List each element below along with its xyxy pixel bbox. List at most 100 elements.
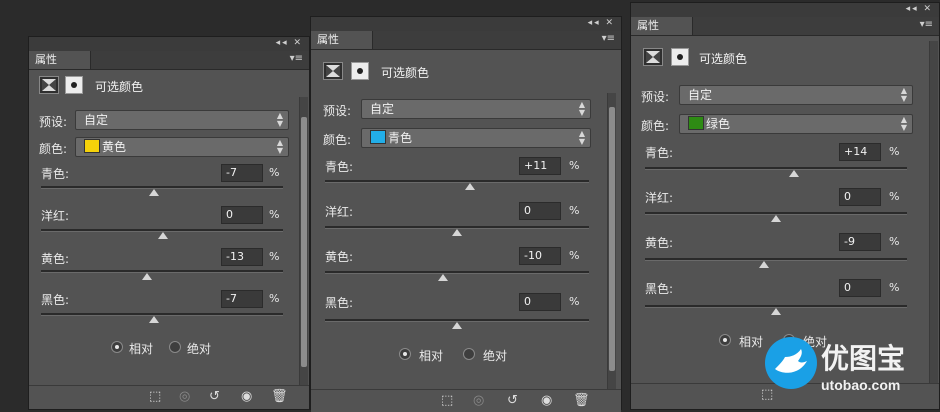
magenta-slider-thumb[interactable] bbox=[771, 215, 781, 222]
bird-logo-icon bbox=[765, 337, 817, 389]
relative-label: 相对 bbox=[129, 342, 154, 356]
layer-mask-icon[interactable] bbox=[351, 62, 369, 80]
panel-menu-icon[interactable]: ▾≡ bbox=[920, 19, 933, 30]
colors-label: 颜色: bbox=[641, 119, 670, 133]
selective-color-adjustment-icon bbox=[323, 62, 343, 80]
magenta-label: 洋红: bbox=[325, 205, 354, 219]
yellow-value-input[interactable]: -10 bbox=[519, 247, 561, 265]
cyan-value-input[interactable]: -7 bbox=[221, 164, 263, 182]
cyan-slider-track[interactable] bbox=[41, 186, 283, 189]
panel-footer: ⬚ ◎ ↺ ◉ 🗑 bbox=[29, 385, 309, 408]
properties-panel-green: ◂◂ ✕ 属性 ▾≡ 可选颜色 预设: 自定 ▲ ▼ 颜色: 绿色 ▲ ▼ 青色: … bbox=[630, 2, 940, 410]
black-value-input[interactable]: 0 bbox=[839, 279, 881, 297]
collapse-close-controls[interactable]: ◂◂ ✕ bbox=[276, 38, 303, 48]
color-swatch bbox=[688, 116, 704, 130]
utobao-watermark: 优图宝 utobao.com bbox=[763, 327, 935, 407]
cyan-value-input[interactable]: +11 bbox=[519, 157, 561, 175]
relative-radio[interactable] bbox=[719, 334, 731, 346]
colors-value: 青色 bbox=[388, 131, 413, 145]
yellow-slider-thumb[interactable] bbox=[759, 261, 769, 268]
yellow-slider-track[interactable] bbox=[41, 270, 283, 273]
preset-label: 预设: bbox=[641, 90, 670, 104]
magenta-slider-thumb[interactable] bbox=[452, 229, 462, 236]
relative-radio[interactable] bbox=[399, 348, 411, 360]
watermark-url: utobao.com bbox=[821, 377, 901, 393]
scrollbar-thumb[interactable] bbox=[609, 107, 615, 371]
collapse-close-controls[interactable]: ◂◂ ✕ bbox=[588, 18, 615, 28]
colors-value: 黄色 bbox=[102, 140, 127, 154]
color-swatch bbox=[370, 130, 386, 144]
view-previous-state-icon[interactable]: ◎ bbox=[473, 393, 484, 408]
yellow-label: 黄色: bbox=[325, 250, 354, 264]
magenta-slider-thumb[interactable] bbox=[158, 232, 168, 239]
cyan-value-input[interactable]: +14 bbox=[839, 143, 881, 161]
black-value-input[interactable]: -7 bbox=[221, 290, 263, 308]
absolute-label: 绝对 bbox=[483, 349, 508, 363]
view-previous-state-icon[interactable]: ◎ bbox=[179, 389, 190, 404]
cyan-slider-thumb[interactable] bbox=[789, 170, 799, 177]
visibility-eye-icon[interactable]: ◉ bbox=[241, 389, 252, 404]
yellow-slider-track[interactable] bbox=[645, 258, 907, 261]
magenta-unit: % bbox=[569, 204, 580, 217]
cyan-slider-track[interactable] bbox=[325, 180, 589, 183]
collapse-close-controls[interactable]: ◂◂ ✕ bbox=[906, 4, 933, 14]
tab-properties[interactable]: 属性 bbox=[631, 17, 693, 35]
yellow-slider-thumb[interactable] bbox=[142, 273, 152, 280]
select-arrows-icon: ▲ ▼ bbox=[578, 100, 585, 117]
preset-select[interactable]: 自定 ▲ ▼ bbox=[679, 85, 913, 105]
tab-properties[interactable]: 属性 bbox=[311, 31, 373, 49]
cyan-label: 青色: bbox=[325, 160, 354, 174]
clip-to-layer-icon[interactable]: ⬚ bbox=[149, 389, 161, 404]
preset-label: 预设: bbox=[39, 115, 68, 129]
tab-properties[interactable]: 属性 bbox=[29, 51, 91, 69]
layer-mask-icon[interactable] bbox=[65, 76, 83, 94]
black-value-input[interactable]: 0 bbox=[519, 293, 561, 311]
colors-label: 颜色: bbox=[323, 133, 352, 147]
layer-mask-icon[interactable] bbox=[671, 48, 689, 66]
black-slider-thumb[interactable] bbox=[149, 316, 159, 323]
relative-radio[interactable] bbox=[111, 341, 123, 353]
relative-label: 相对 bbox=[739, 335, 764, 349]
panel-scrollbar[interactable] bbox=[299, 97, 308, 387]
panel-scrollbar[interactable] bbox=[607, 93, 616, 389]
colors-select[interactable]: 绿色 ▲ ▼ bbox=[679, 114, 913, 134]
absolute-radio[interactable] bbox=[463, 348, 475, 360]
trash-icon[interactable]: 🗑 bbox=[573, 393, 590, 408]
colors-select[interactable]: 黄色 ▲ ▼ bbox=[75, 137, 289, 157]
panel-menu-icon[interactable]: ▾≡ bbox=[602, 33, 615, 44]
magenta-value-input[interactable]: 0 bbox=[839, 188, 881, 206]
magenta-value-input[interactable]: 0 bbox=[519, 202, 561, 220]
relative-label: 相对 bbox=[419, 349, 444, 363]
colors-select[interactable]: 青色 ▲ ▼ bbox=[361, 128, 591, 148]
yellow-slider-track[interactable] bbox=[325, 271, 589, 274]
selective-color-adjustment-icon bbox=[643, 48, 663, 66]
preset-select[interactable]: 自定 ▲ ▼ bbox=[361, 99, 591, 119]
magenta-value-input[interactable]: 0 bbox=[221, 206, 263, 224]
reset-icon[interactable]: ↺ bbox=[507, 393, 518, 408]
trash-icon[interactable]: 🗑 bbox=[271, 389, 288, 404]
preset-select[interactable]: 自定 ▲ ▼ bbox=[75, 110, 289, 130]
yellow-value-input[interactable]: -13 bbox=[221, 248, 263, 266]
cyan-slider-thumb[interactable] bbox=[465, 183, 475, 190]
selective-color-adjustment-icon bbox=[39, 76, 59, 94]
black-unit: % bbox=[569, 295, 580, 308]
visibility-eye-icon[interactable]: ◉ bbox=[541, 393, 552, 408]
black-unit: % bbox=[269, 292, 280, 305]
black-slider-thumb[interactable] bbox=[452, 322, 462, 329]
cyan-label: 青色: bbox=[645, 146, 674, 160]
clip-to-layer-icon[interactable]: ⬚ bbox=[441, 393, 453, 408]
black-slider-track[interactable] bbox=[41, 313, 283, 316]
scrollbar-thumb[interactable] bbox=[301, 117, 307, 367]
panel-top-strip: ◂◂ ✕ bbox=[311, 17, 621, 31]
panel-menu-icon[interactable]: ▾≡ bbox=[290, 53, 303, 64]
tab-bar: 属性 ▾≡ bbox=[631, 17, 939, 36]
black-slider-thumb[interactable] bbox=[771, 308, 781, 315]
cyan-slider-track[interactable] bbox=[645, 167, 907, 170]
cyan-slider-thumb[interactable] bbox=[149, 189, 159, 196]
panel-title: 可选颜色 bbox=[95, 80, 144, 94]
absolute-radio[interactable] bbox=[169, 341, 181, 353]
reset-icon[interactable]: ↺ bbox=[209, 389, 220, 404]
yellow-slider-thumb[interactable] bbox=[438, 274, 448, 281]
magenta-label: 洋红: bbox=[645, 191, 674, 205]
yellow-value-input[interactable]: -9 bbox=[839, 233, 881, 251]
